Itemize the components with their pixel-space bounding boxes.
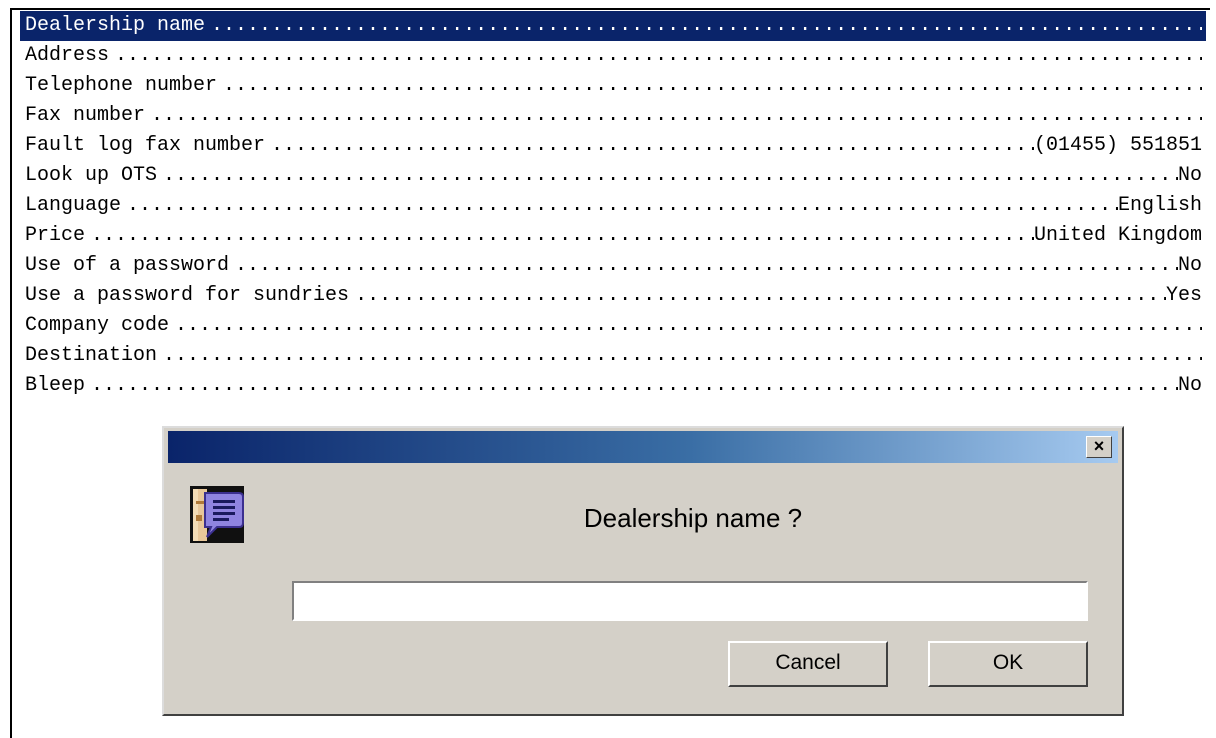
setting-row-use-of-a-password[interactable]: Use of a password No (20, 251, 1206, 281)
setting-value: Yes (1165, 284, 1202, 307)
setting-row-bleep[interactable]: Bleep No (20, 371, 1206, 401)
setting-row-dealership-name[interactable]: Dealership name (20, 11, 1206, 41)
input-dialog: × Dealership name ? Cancel OK (162, 426, 1124, 716)
speech-bubble-icon (190, 486, 244, 543)
setting-row-look-up-ots[interactable]: Look up OTS No (20, 161, 1206, 191)
leader-dots (145, 101, 1202, 131)
dealership-name-input[interactable] (292, 581, 1088, 621)
setting-row-address[interactable]: Address (20, 41, 1206, 71)
leader-dots (85, 221, 1034, 251)
setting-row-fault-log-fax-number[interactable]: Fault log fax number (01455) 551851 (20, 131, 1206, 161)
setting-value: No (1177, 254, 1202, 277)
setting-label: Dealership name (25, 14, 206, 37)
setting-label: Destination (25, 344, 158, 367)
setting-label: Look up OTS (25, 164, 158, 187)
settings-list: Dealership name Address Telephone number… (20, 11, 1206, 401)
cancel-button[interactable]: Cancel (728, 641, 888, 687)
leader-dots (265, 131, 1034, 161)
setting-label: Telephone number (25, 74, 218, 97)
setting-value: English (1117, 194, 1202, 217)
setting-value: No (1177, 374, 1202, 397)
setting-label: Use of a password (25, 254, 230, 277)
leader-dots (169, 311, 1202, 341)
setting-label: Company code (25, 314, 170, 337)
leader-dots (229, 251, 1178, 281)
setting-label: Fax number (25, 104, 146, 127)
setting-row-company-code[interactable]: Company code (20, 311, 1206, 341)
setting-value: United Kingdom (1033, 224, 1202, 247)
setting-label: Fault log fax number (25, 134, 266, 157)
setting-label: Price (25, 224, 86, 247)
leader-dots (217, 71, 1202, 101)
leader-dots (121, 191, 1118, 221)
setting-label: Use a password for sundries (25, 284, 350, 307)
leader-dots (205, 11, 1202, 41)
setting-row-language[interactable]: Language English (20, 191, 1206, 221)
setting-row-price[interactable]: Price United Kingdom (20, 221, 1206, 251)
close-button[interactable]: × (1086, 436, 1112, 458)
setting-label: Bleep (25, 374, 86, 397)
setting-label: Language (25, 194, 122, 217)
setting-row-destination[interactable]: Destination (20, 341, 1206, 371)
leader-dots (157, 161, 1178, 191)
leader-dots (85, 371, 1178, 401)
dialog-prompt: Dealership name ? (583, 503, 803, 533)
setting-value: No (1177, 164, 1202, 187)
setting-row-telephone-number[interactable]: Telephone number (20, 71, 1206, 101)
setting-value: (01455) 551851 (1033, 134, 1202, 157)
setting-label: Address (25, 44, 110, 67)
dialog-title-bar[interactable]: × (168, 431, 1118, 463)
leader-dots (157, 341, 1202, 371)
setting-row-password-for-sundries[interactable]: Use a password for sundries Yes (20, 281, 1206, 311)
ok-button[interactable]: OK (928, 641, 1088, 687)
leader-dots (109, 41, 1202, 71)
leader-dots (349, 281, 1166, 311)
setting-row-fax-number[interactable]: Fax number (20, 101, 1206, 131)
